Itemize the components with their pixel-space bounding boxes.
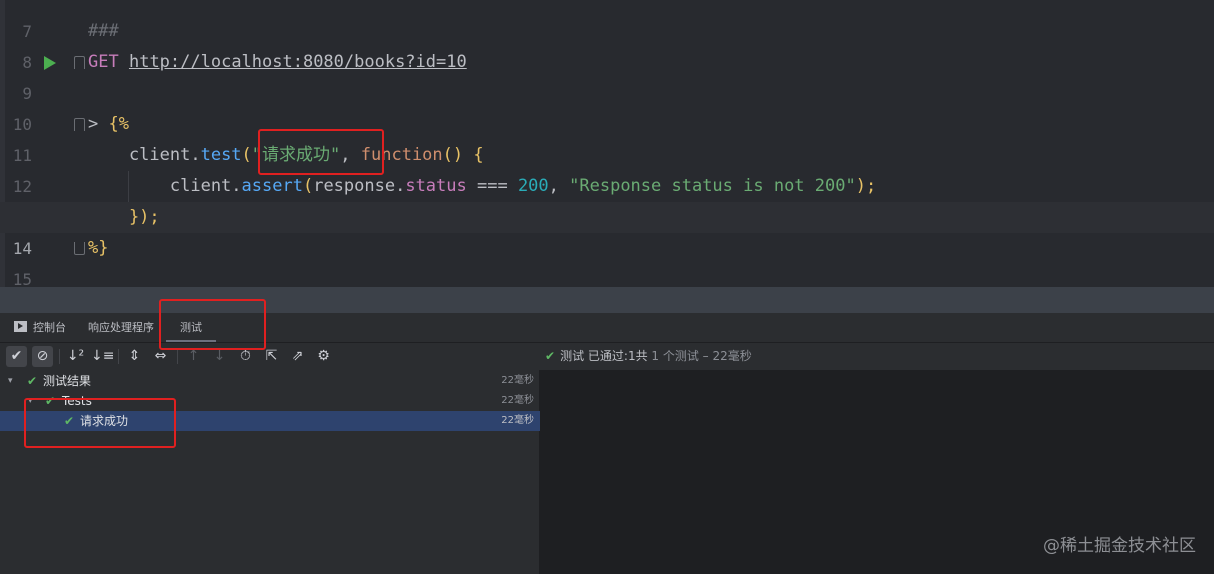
test-status-bar: ✔ 测试 已通过:1共 1 个测试 – 22毫秒: [540, 343, 1214, 370]
code-text: %}: [88, 233, 108, 264]
export-results-icon[interactable]: ⇗: [287, 346, 308, 367]
code-token: 200: [517, 176, 549, 196]
code-token: client.: [88, 176, 242, 196]
fold-end-marker-icon[interactable]: [74, 242, 85, 255]
fold-marker-icon[interactable]: [74, 118, 85, 131]
console-icon: [14, 321, 27, 332]
editor-line-7[interactable]: 7: [0, 0, 1214, 41]
sort-by-duration-icon[interactable]: ↓≡: [91, 346, 114, 367]
status-label: 测试: [560, 349, 585, 363]
editor-line-13[interactable]: 13 client.assert(response.status === 200…: [0, 171, 1214, 227]
passed-check-icon: ✔: [27, 374, 38, 388]
editor-line-8[interactable]: 8 ###: [0, 16, 1214, 72]
fold-marker-icon[interactable]: [74, 56, 85, 69]
passed-check-icon: ✔: [545, 349, 556, 363]
show-ignored-icon[interactable]: ⊘: [32, 346, 53, 367]
tree-row-duration: 22毫秒: [501, 415, 534, 426]
code-token: assert: [241, 176, 303, 196]
code-token: response.: [313, 176, 406, 196]
editor-line-14[interactable]: 14 });: [0, 202, 1214, 258]
code-token: });: [88, 207, 160, 227]
code-token: );: [855, 176, 877, 196]
code-token: ===: [466, 176, 518, 196]
editor-line-16[interactable]: 16: [0, 264, 1214, 287]
code-text: client.assert(response.status === 200, "…: [88, 171, 876, 202]
code-text: });: [88, 202, 160, 233]
code-token: () {: [442, 145, 484, 165]
show-passed-icon[interactable]: ✔: [6, 346, 27, 367]
tree-row-label: 测试结果: [43, 374, 92, 388]
code-token: >: [88, 114, 109, 134]
code-token: %}: [88, 238, 109, 258]
tab-label: 控制台: [33, 321, 66, 334]
expand-all-icon[interactable]: ⇕: [124, 346, 145, 367]
code-token: status: [405, 176, 467, 196]
code-text: ###: [88, 16, 119, 47]
run-request-icon[interactable]: [44, 56, 56, 70]
code-editor[interactable]: 7 8 ### 9 GET http://localhost:8080/book…: [0, 0, 1214, 287]
code-token: "Response status is not 200": [569, 176, 856, 196]
code-text: GET http://localhost:8080/books?id=10: [88, 47, 467, 78]
tree-row-duration: 22毫秒: [501, 375, 534, 386]
toolbar-separator: [177, 349, 178, 364]
watermark: @稀土掘金技术社区: [1043, 536, 1196, 556]
chevron-down-icon[interactable]: ▾: [8, 371, 13, 391]
tab-console[interactable]: 控制台: [14, 313, 66, 343]
tree-row-duration: 22毫秒: [501, 395, 534, 406]
code-token: {%: [108, 114, 129, 134]
code-token: client.: [88, 145, 201, 165]
indent-guide: [128, 171, 129, 202]
editor-line-12[interactable]: 12 client.test("请求成功", function() {: [0, 140, 1214, 196]
annotation-box: [258, 129, 384, 175]
tab-response-handler[interactable]: 响应处理程序: [88, 313, 154, 343]
test-toolbar: ✔ ⊘ ↓² ↓≡ ⇕ ⇔ ↑ ↓ ⏱ ⇱ ⇗ ⚙: [0, 343, 540, 370]
code-token: ,: [548, 176, 570, 196]
code-token: http://localhost:8080/books?id=10: [128, 52, 467, 72]
code-text: > {%: [88, 109, 129, 140]
status-detail: 1 个测试 – 22毫秒: [651, 349, 752, 363]
toolbar-separator: [59, 349, 60, 364]
editor-line-10[interactable]: 10: [0, 78, 1214, 134]
status-count: 1共: [627, 349, 648, 363]
tree-row-root[interactable]: ▾ ✔ 测试结果 22毫秒: [0, 371, 540, 391]
status-passed: 已通过:: [587, 349, 628, 363]
code-token: test: [200, 145, 242, 165]
annotation-box: [24, 398, 176, 448]
editor-line-11[interactable]: 11 > {%: [0, 109, 1214, 165]
settings-gear-icon[interactable]: ⚙: [313, 346, 334, 367]
editor-line-15[interactable]: 15 %}: [0, 233, 1214, 287]
toolbar-separator: [118, 349, 119, 364]
editor-line-9[interactable]: 9 GET http://localhost:8080/books?id=10: [0, 47, 1214, 103]
sort-alphabetically-icon[interactable]: ↓²: [65, 346, 86, 367]
code-token: (: [302, 176, 314, 196]
code-token: (: [241, 145, 252, 165]
tab-label: 响应处理程序: [88, 321, 154, 334]
code-token: ###: [88, 21, 119, 41]
annotation-box: [159, 299, 266, 350]
code-token: GET: [88, 52, 119, 72]
